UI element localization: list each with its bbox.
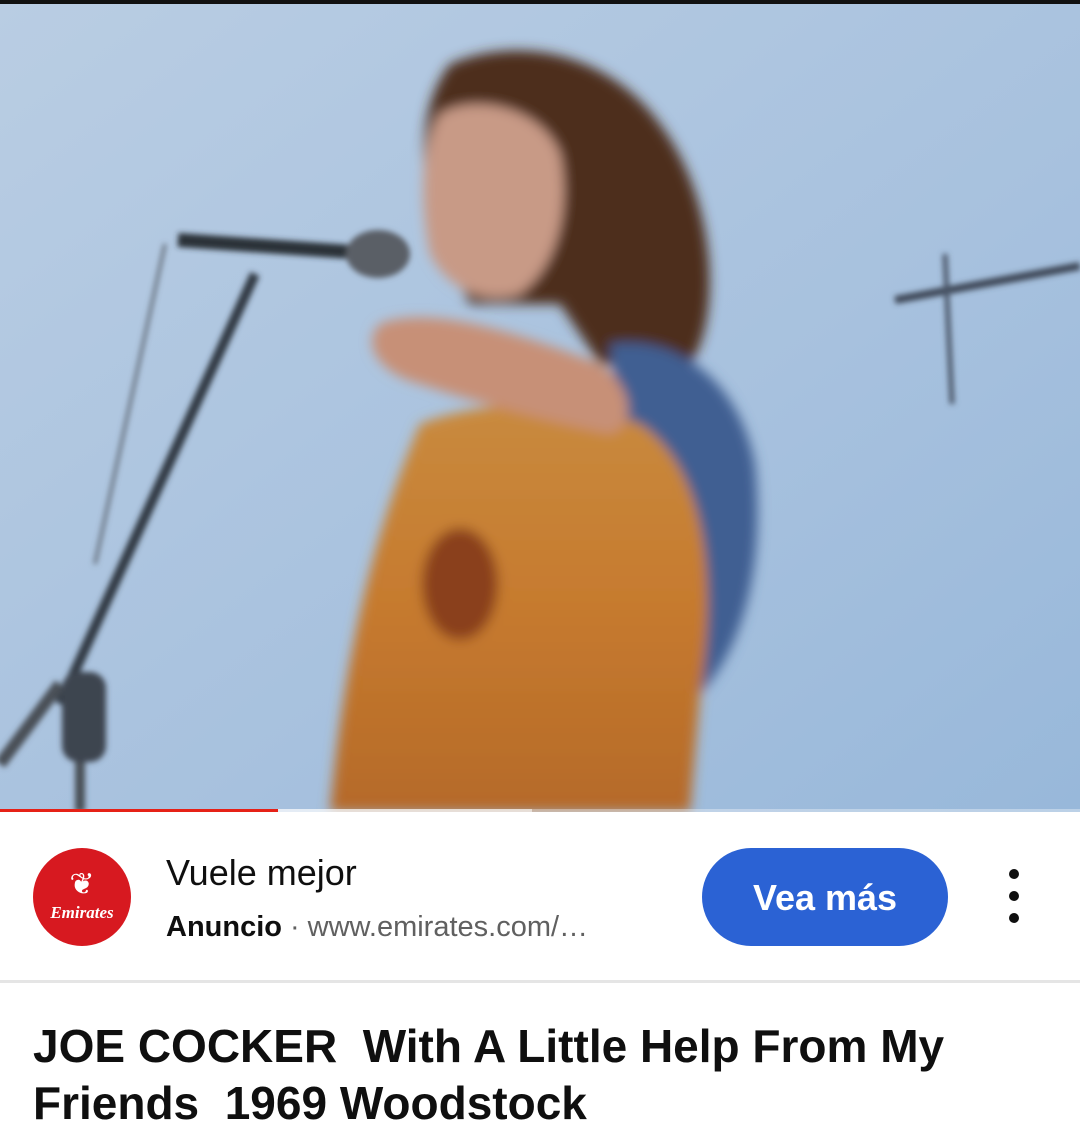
- meta-separator: ·: [290, 911, 300, 943]
- emirates-emblem-icon: ❦: [69, 867, 95, 902]
- vertical-ellipsis-icon: [1009, 891, 1019, 901]
- divider: [0, 980, 1080, 983]
- advertiser-logo-text: Emirates: [50, 903, 114, 922]
- video-watch-page: ❦ Emirates Vuele mejor Anuncio · www.emira…: [0, 0, 1080, 1147]
- ad-label: Anuncio: [166, 911, 282, 943]
- learn-more-button[interactable]: Vea más: [702, 848, 948, 946]
- advertiser-logo[interactable]: ❦ Emirates: [33, 848, 131, 946]
- video-title[interactable]: JOE COCKER With A Little Help From My Fr…: [33, 1018, 1033, 1132]
- vertical-ellipsis-icon: [1009, 913, 1019, 923]
- ad-url[interactable]: www.emirates.com/…: [308, 911, 588, 943]
- video-frame: [0, 4, 1080, 812]
- more-options-button[interactable]: [994, 869, 1034, 925]
- ad-headline[interactable]: Vuele mejor: [166, 853, 357, 893]
- vertical-ellipsis-icon: [1009, 869, 1019, 879]
- ad-meta: Anuncio · www.emirates.com/…: [166, 910, 656, 944]
- video-player[interactable]: [0, 4, 1080, 812]
- ad-banner[interactable]: ❦ Emirates Vuele mejor Anuncio · www.emira…: [0, 812, 1080, 980]
